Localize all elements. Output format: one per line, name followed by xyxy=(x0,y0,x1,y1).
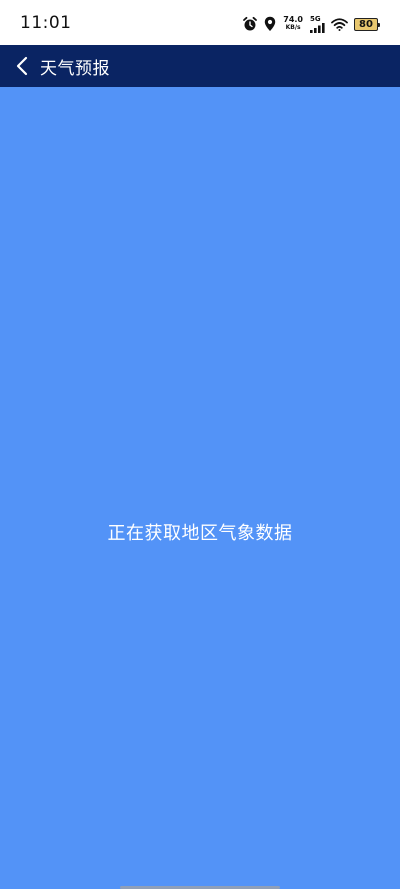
signal-icon xyxy=(310,22,325,33)
battery-level: 80 xyxy=(359,18,373,30)
weather-screen: 11:01 74.0 KB/s 5G 80 天气预报 正在获取地区气象数据 xyxy=(0,0,400,889)
location-icon xyxy=(264,16,276,32)
status-time: 11:01 xyxy=(20,13,72,33)
chevron-left-icon xyxy=(16,56,28,76)
app-bar: 天气预报 xyxy=(0,45,400,87)
signal-type: 5G xyxy=(310,14,321,23)
net-speed-unit: KB/s xyxy=(285,24,301,31)
wifi-icon xyxy=(331,17,348,31)
status-bar: 11:01 74.0 KB/s 5G 80 xyxy=(0,0,400,45)
net-speed: 74.0 KB/s xyxy=(283,16,303,32)
loading-message: 正在获取地区气象数据 xyxy=(107,523,293,544)
alarm-icon xyxy=(242,16,258,32)
battery-icon: 80 xyxy=(354,17,380,31)
page-title: 天气预报 xyxy=(40,58,110,79)
signal-indicator: 5G xyxy=(310,14,325,33)
back-button[interactable] xyxy=(4,45,40,87)
status-icons: 74.0 KB/s 5G 80 xyxy=(242,14,380,34)
net-speed-value: 74.0 xyxy=(283,15,303,24)
weather-content: 正在获取地区气象数据 xyxy=(0,87,400,889)
